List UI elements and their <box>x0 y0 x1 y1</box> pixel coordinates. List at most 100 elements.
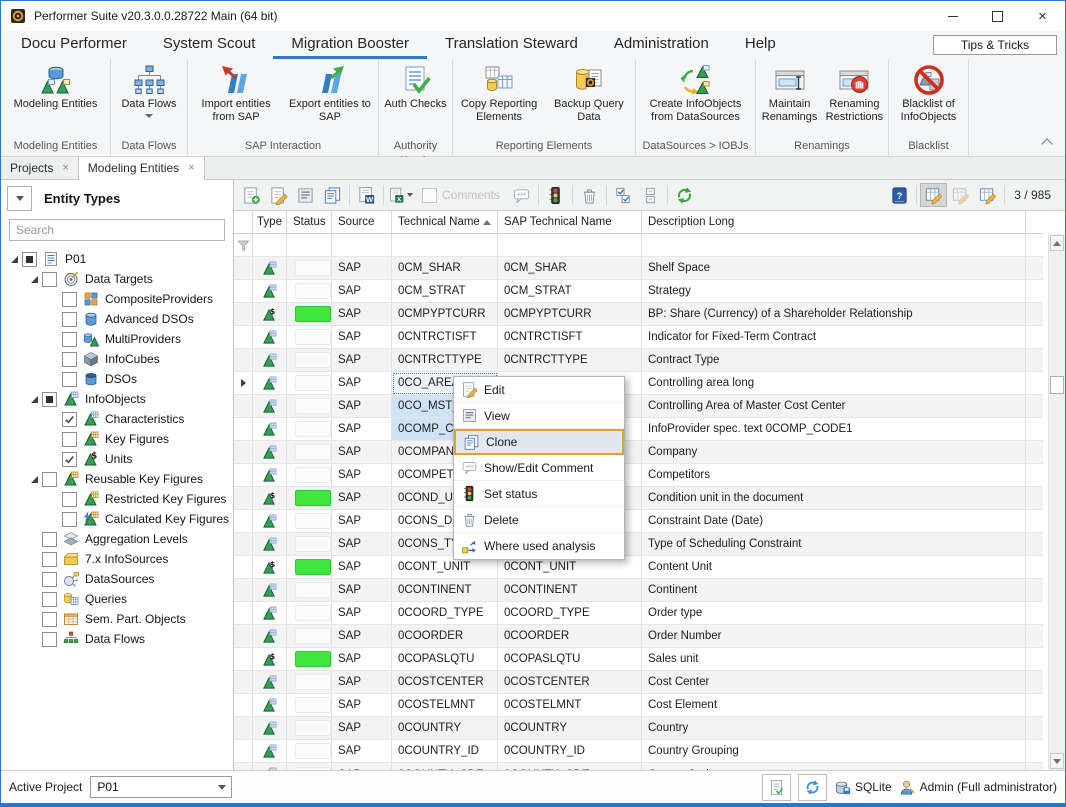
type-cell[interactable] <box>253 326 287 349</box>
spacer-cell[interactable] <box>1026 671 1043 694</box>
description-cell[interactable]: Continent <box>642 579 1026 602</box>
type-cell[interactable] <box>253 763 287 770</box>
comment-button[interactable] <box>508 183 535 207</box>
close-icon[interactable]: × <box>188 162 194 174</box>
status-cell[interactable] <box>287 717 332 740</box>
tree-item-data-targets[interactable]: Data Targets <box>1 269 233 289</box>
source-cell[interactable]: SAP <box>332 418 392 441</box>
type-cell[interactable] <box>253 671 287 694</box>
filter-cell-type[interactable] <box>253 234 287 257</box>
sap-technical-name-cell[interactable]: 0CONTINENT <box>498 579 642 602</box>
sap-technical-name-cell[interactable]: 0CNTRCTTYPE <box>498 349 642 372</box>
doc-tab-modeling-entities[interactable]: Modeling Entities× <box>79 157 205 180</box>
scroll-up-button[interactable] <box>1050 235 1064 251</box>
column-header-technical-name[interactable]: Technical Name <box>392 211 498 234</box>
technical-name-cell[interactable]: 0COUNTY_CDE <box>392 763 498 770</box>
description-cell[interactable]: Condition unit in the document <box>642 487 1026 510</box>
row-indicator-cell[interactable] <box>234 257 253 280</box>
type-cell[interactable] <box>253 280 287 303</box>
ribbon-collapse-button[interactable] <box>1043 59 1065 156</box>
spacer-cell[interactable] <box>1026 579 1043 602</box>
status-cell[interactable] <box>287 602 332 625</box>
active-project-combo[interactable]: P01 <box>90 776 232 798</box>
technical-name-cell[interactable]: 0COPASLQTU <box>392 648 498 671</box>
column-header-source[interactable]: Source <box>332 211 392 234</box>
tree-checkbox[interactable] <box>62 412 77 427</box>
table-row[interactable]: SAP0COUNTRY0COUNTRYCountry <box>234 717 1043 740</box>
column-header-type[interactable]: Type <box>253 211 287 234</box>
tree-checkbox[interactable] <box>22 252 37 267</box>
menubar-tab-docu-performer[interactable]: Docu Performer <box>3 31 145 59</box>
table-row[interactable]: $SAP0COND_UN0COND_UNCondition unit in th… <box>234 487 1043 510</box>
tree-item-reusable-key-figures[interactable]: Reusable Key Figures <box>1 469 233 489</box>
tree-checkbox[interactable] <box>62 332 77 347</box>
description-cell[interactable]: Constraint Date (Date) <box>642 510 1026 533</box>
source-cell[interactable]: SAP <box>332 464 392 487</box>
type-cell[interactable]: $ <box>253 487 287 510</box>
description-cell[interactable]: Country Grouping <box>642 740 1026 763</box>
table-row[interactable]: SAP0CONS_TY0CONS_TYType of Scheduling Co… <box>234 533 1043 556</box>
tree-item-dsos[interactable]: DSOs <box>1 369 233 389</box>
spacer-cell[interactable] <box>1026 487 1043 510</box>
spacer-cell[interactable] <box>1026 257 1043 280</box>
description-cell[interactable]: Type of Scheduling Constraint <box>642 533 1026 556</box>
tree-expander-icon[interactable] <box>31 276 38 283</box>
status-cell[interactable] <box>287 464 332 487</box>
spacer-cell[interactable] <box>1026 441 1043 464</box>
ribbon-button-renaming-restrictions[interactable]: Renaming Restrictions <box>823 64 886 124</box>
tree-checkbox[interactable] <box>62 372 77 387</box>
context-menu-item-edit[interactable]: Edit <box>454 377 624 403</box>
tree-item-datasources[interactable]: DataSources <box>1 569 233 589</box>
description-cell[interactable]: Order type <box>642 602 1026 625</box>
status-cell[interactable] <box>287 418 332 441</box>
technical-name-cell[interactable]: 0COUNTRY <box>392 717 498 740</box>
menubar-tab-administration[interactable]: Administration <box>596 31 727 59</box>
tree-expander-icon[interactable] <box>31 396 38 403</box>
select-rows-button[interactable] <box>610 183 637 207</box>
tree-item-p01[interactable]: P01 <box>1 249 233 269</box>
spacer-cell[interactable] <box>1026 349 1043 372</box>
sap-technical-name-cell[interactable]: 0COUNTRY <box>498 717 642 740</box>
filter-cell-source[interactable] <box>332 234 392 257</box>
sap-technical-name-cell[interactable]: 0COSTCENTER <box>498 671 642 694</box>
ribbon-button-import-entities-from-sap[interactable]: Import entities from SAP <box>190 64 282 124</box>
spacer-cell[interactable] <box>1026 395 1043 418</box>
type-cell[interactable] <box>253 372 287 395</box>
table-row[interactable]: $SAP0CMPYPTCURR0CMPYPTCURRBP: Share (Cur… <box>234 303 1043 326</box>
menubar-tab-system-scout[interactable]: System Scout <box>145 31 274 59</box>
row-indicator-cell[interactable] <box>234 694 253 717</box>
tree-item-units[interactable]: $Units <box>1 449 233 469</box>
set-status-button[interactable] <box>542 183 569 207</box>
type-cell[interactable] <box>253 579 287 602</box>
source-cell[interactable]: SAP <box>332 303 392 326</box>
search-input[interactable] <box>9 219 225 241</box>
ribbon-button-backup-query-data[interactable]: Backup Query Data <box>545 64 633 124</box>
status-cell[interactable] <box>287 556 332 579</box>
source-cell[interactable]: SAP <box>332 717 392 740</box>
technical-name-cell[interactable]: 0CMPYPTCURR <box>392 303 498 326</box>
context-menu-item-where-used-analysis[interactable]: Where used analysis <box>454 533 624 559</box>
description-cell[interactable]: Controlling area long <box>642 372 1026 395</box>
sap-technical-name-cell[interactable]: 0COUNTRY_ID <box>498 740 642 763</box>
sap-technical-name-cell[interactable]: 0COSTELMNT <box>498 694 642 717</box>
spacer-cell[interactable] <box>1026 602 1043 625</box>
row-indicator-cell[interactable] <box>234 372 253 395</box>
description-cell[interactable]: Country <box>642 717 1026 740</box>
minimize-button[interactable] <box>930 1 975 31</box>
tree-checkbox[interactable] <box>42 632 57 647</box>
filter-cell-sap-technical-name[interactable] <box>498 234 642 257</box>
sap-technical-name-cell[interactable]: 0CM_SHAR <box>498 257 642 280</box>
sap-technical-name-cell[interactable]: 0COUNTY_CDE <box>498 763 642 770</box>
menubar-tab-translation-steward[interactable]: Translation Steward <box>427 31 596 59</box>
technical-name-cell[interactable]: 0CONTINENT <box>392 579 498 602</box>
tree-checkbox[interactable] <box>42 472 57 487</box>
source-cell[interactable]: SAP <box>332 372 392 395</box>
type-cell[interactable] <box>253 602 287 625</box>
table-row[interactable]: SAP0COSTELMNT0COSTELMNTCost Element <box>234 694 1043 717</box>
ribbon-button-export-entities-to-sap[interactable]: Export entities to SAP <box>284 64 376 124</box>
status-cell[interactable] <box>287 372 332 395</box>
tree-checkbox[interactable] <box>42 612 57 627</box>
tree-item-queries[interactable]: Queries <box>1 589 233 609</box>
tree-item-restricted-key-figures[interactable]: Restricted Key Figures <box>1 489 233 509</box>
type-cell[interactable]: $ <box>253 648 287 671</box>
